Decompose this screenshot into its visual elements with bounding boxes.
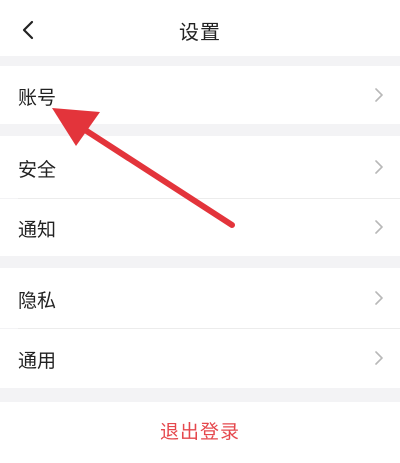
settings-item-label: 账号	[18, 87, 57, 109]
settings-item-label: 安全	[18, 159, 57, 181]
chevron-right-icon	[375, 88, 383, 102]
logout-label: 退出登录	[159, 421, 240, 443]
page-title: 设置	[179, 20, 221, 44]
settings-screen: 设置 账号 安全 通知 隐私 通用 退出登录	[0, 0, 400, 463]
settings-item-security[interactable]: 安全	[0, 136, 400, 198]
logout-button[interactable]: 退出登录	[0, 402, 400, 463]
settings-item-privacy[interactable]: 隐私	[0, 268, 400, 328]
chevron-right-icon	[375, 220, 383, 234]
chevron-right-icon	[375, 351, 383, 365]
top-bar: 设置	[0, 0, 400, 56]
chevron-right-icon	[375, 291, 383, 305]
chevron-right-icon	[375, 160, 383, 174]
settings-item-label: 通知	[18, 219, 57, 241]
settings-item-label: 隐私	[18, 290, 57, 312]
settings-item-general[interactable]: 通用	[0, 329, 400, 388]
settings-item-label: 通用	[18, 350, 57, 372]
settings-item-account[interactable]: 账号	[0, 66, 400, 124]
settings-item-notifications[interactable]: 通知	[0, 199, 400, 256]
